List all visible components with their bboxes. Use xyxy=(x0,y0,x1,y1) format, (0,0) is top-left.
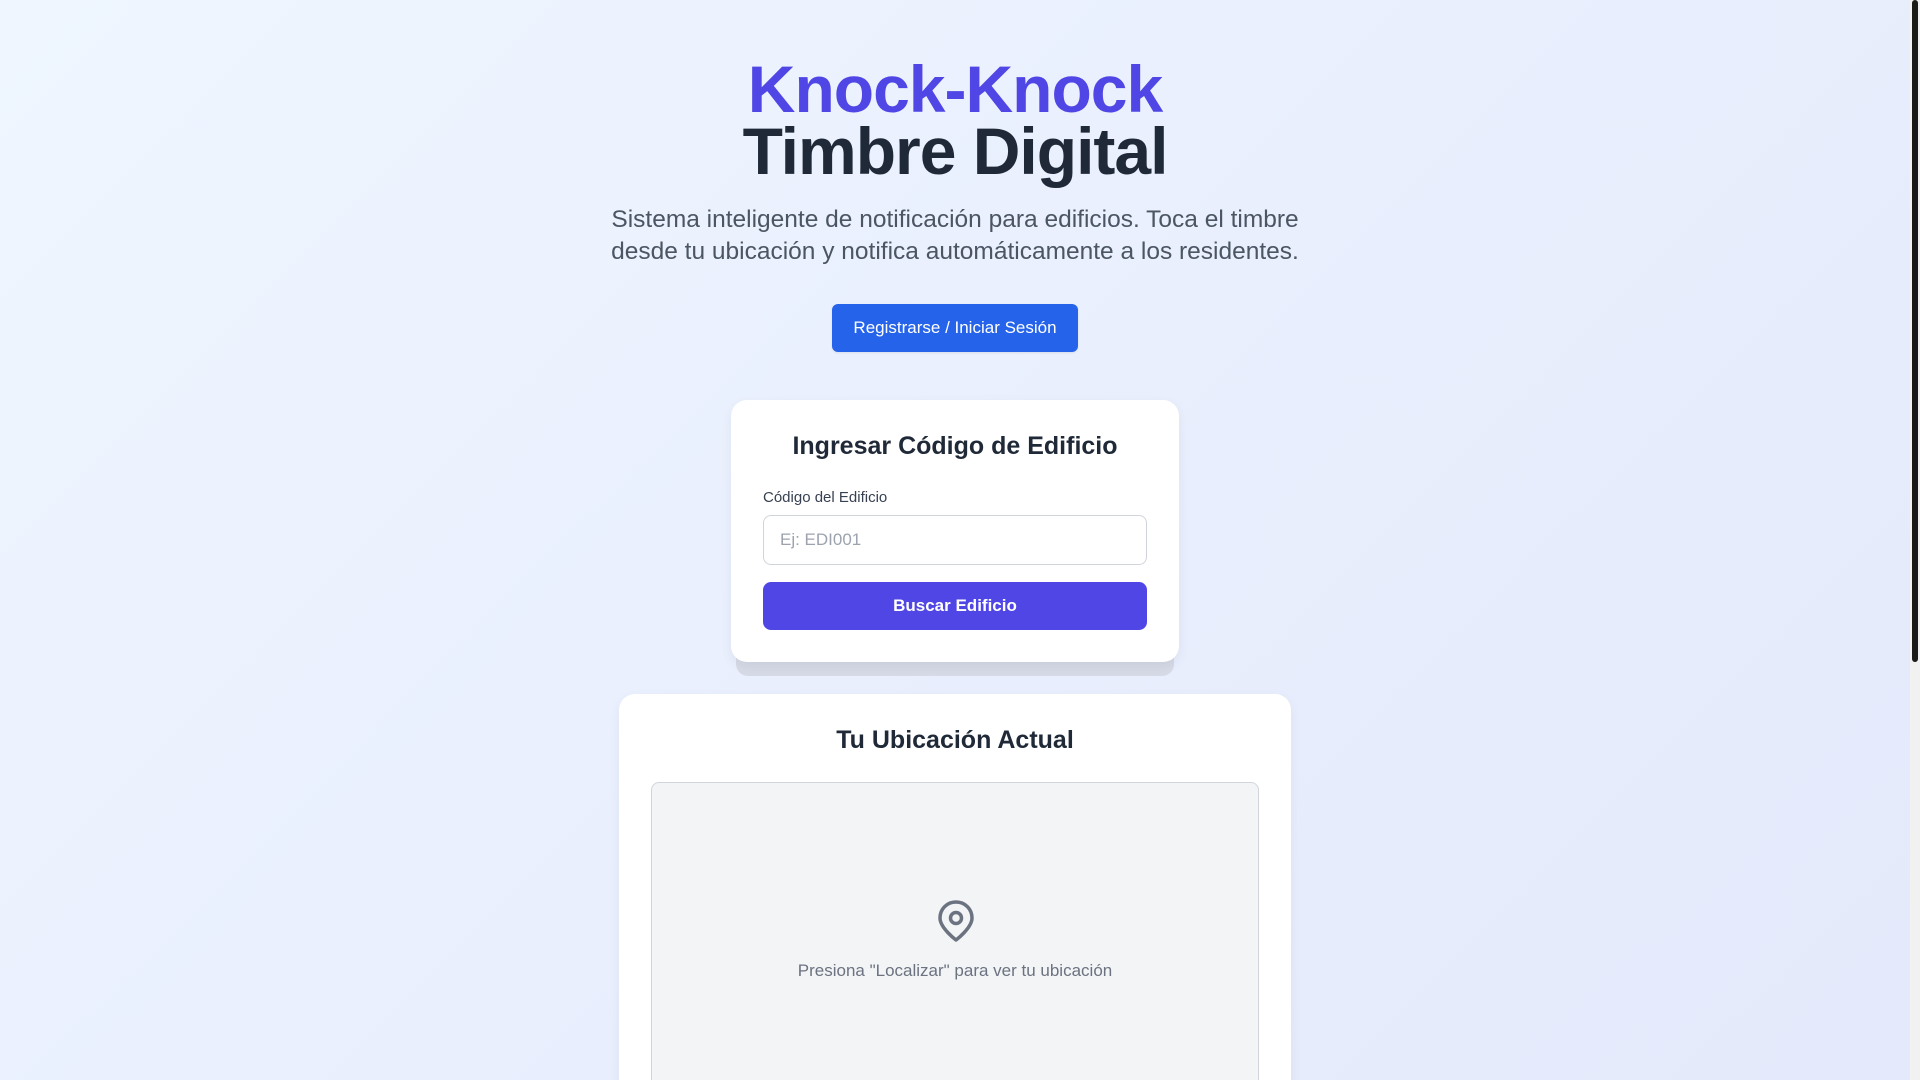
register-login-button[interactable]: Registrarse / Iniciar Sesión xyxy=(832,304,1078,352)
location-title: Tu Ubicación Actual xyxy=(836,726,1074,754)
hero-subtitle: Sistema inteligente de notificación para… xyxy=(611,206,1299,265)
product-name: Timbre Digital xyxy=(742,114,1169,188)
hero-title: Knock-Knock Timbre Digital xyxy=(0,52,1910,188)
map-container[interactable]: Presiona "Localizar" para ver tu ubicaci… xyxy=(651,782,1259,1080)
building-code-label: Código del Edificio xyxy=(763,489,888,506)
scrollbar-thumb[interactable] xyxy=(1912,0,1918,662)
brand-name: Knock-Knock xyxy=(747,52,1163,126)
building-code-card: Ingresar Código de Edificio Código del E… xyxy=(731,400,1179,662)
location-card: Tu Ubicación Actual Presiona "Localizar"… xyxy=(619,694,1291,1080)
vertical-scrollbar[interactable] xyxy=(1910,0,1920,1080)
page: Knock-Knock Timbre Digital Sistema intel… xyxy=(0,0,1910,1080)
map-hint: Presiona "Localizar" para ver tu ubicaci… xyxy=(797,961,1113,980)
hero-section: Knock-Knock Timbre Digital Sistema intel… xyxy=(0,52,1910,268)
building-code-input[interactable] xyxy=(763,515,1147,565)
map-pin-icon xyxy=(938,900,974,942)
search-building-button[interactable]: Buscar Edificio xyxy=(763,582,1147,630)
building-code-title: Ingresar Código de Edificio xyxy=(792,432,1118,460)
